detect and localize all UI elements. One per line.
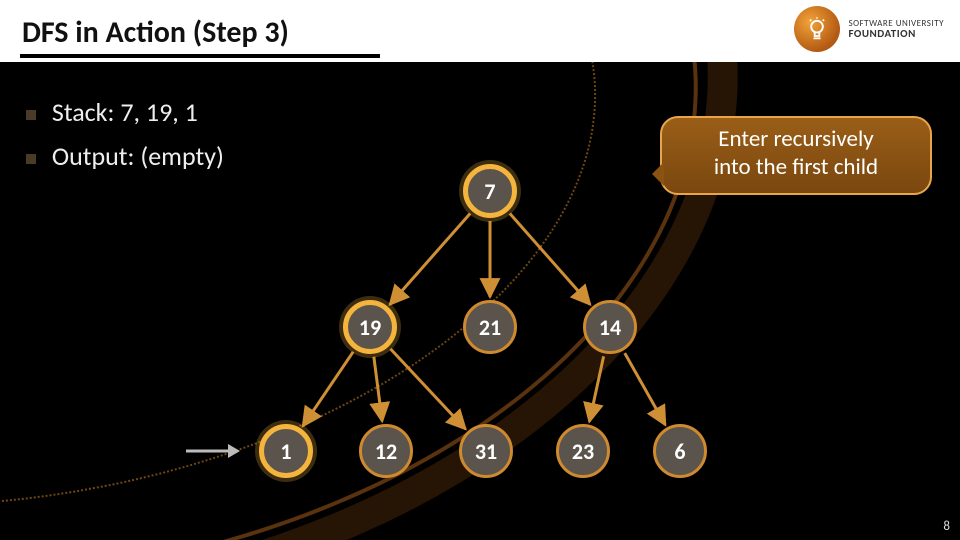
page-number: 8	[943, 519, 950, 534]
tree-node-19: 19	[343, 300, 397, 354]
tree-node-31: 31	[459, 424, 513, 478]
tree-node-21: 21	[463, 300, 517, 354]
tree-node-23: 23	[556, 424, 610, 478]
tree-node-7: 7	[463, 164, 517, 218]
tree-diagram: 7 19 21 14 1 12 31 23 6	[0, 0, 960, 540]
tree-node-12: 12	[359, 424, 413, 478]
tree-node-14: 14	[583, 300, 637, 354]
tree-node-1: 1	[259, 424, 313, 478]
current-pointer-arrow-icon	[184, 438, 242, 469]
tree-node-6: 6	[653, 424, 707, 478]
